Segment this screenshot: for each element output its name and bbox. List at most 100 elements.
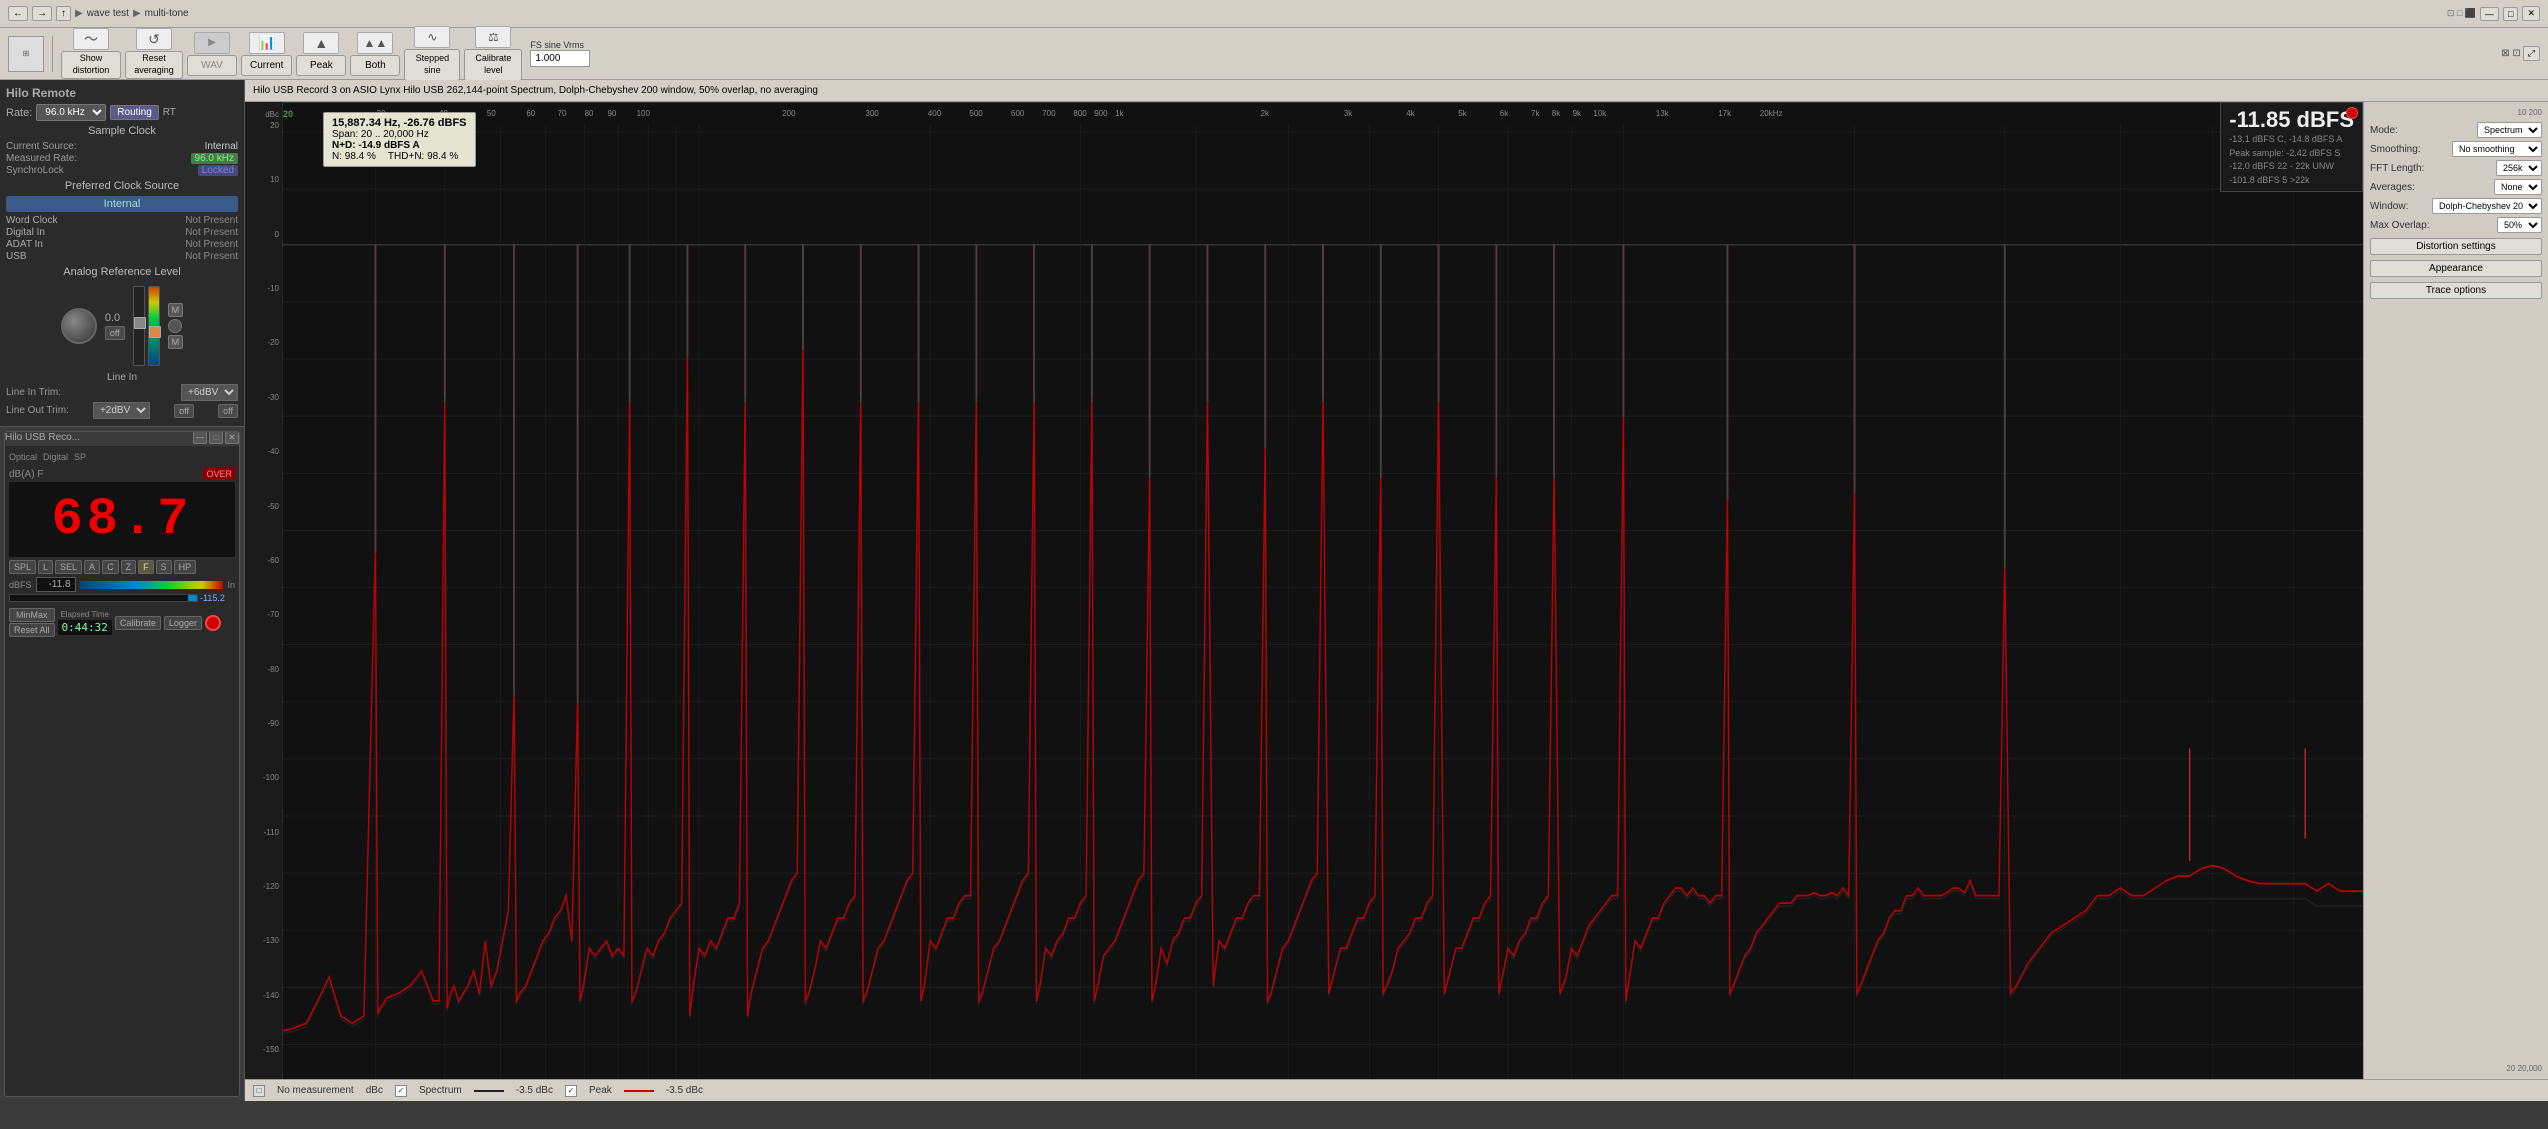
off-btn-1[interactable]: off bbox=[105, 326, 125, 340]
analog-ref-title: Analog Reference Level bbox=[6, 266, 238, 278]
window-close[interactable]: ✕ bbox=[2522, 6, 2540, 21]
internal-btn[interactable]: Internal bbox=[6, 196, 238, 212]
record-dot[interactable] bbox=[205, 615, 221, 631]
current-group: 📊 Current bbox=[241, 32, 292, 76]
peak-display: -11.85 dBFS -13.1 dBFS C, -14.8 dBFS A P… bbox=[2220, 102, 2363, 192]
x-label-500: 500 bbox=[969, 109, 982, 118]
legend-checkbox-2[interactable]: ✓ bbox=[395, 1085, 407, 1097]
routing-btn[interactable]: Routing bbox=[110, 105, 158, 120]
stepped-sine-btn[interactable]: Stepped sine bbox=[404, 49, 460, 80]
l-btn[interactable]: L bbox=[38, 560, 53, 574]
distortion-settings-btn[interactable]: Distortion settings bbox=[2370, 238, 2542, 255]
x-label-17k: 17k bbox=[1718, 109, 1731, 118]
spectrum-legend-label: Spectrum bbox=[419, 1085, 462, 1096]
chart-area[interactable]: 15,887.34 Hz, -26.76 dBFS Span: 20 .. 20… bbox=[283, 102, 2363, 1079]
mode-select[interactable]: Spectrum RTA bbox=[2477, 122, 2542, 138]
fft-label: FFT Length: bbox=[2370, 163, 2424, 174]
reset-averaging-btn[interactable]: Reset averaging bbox=[125, 51, 183, 78]
window-maximize[interactable]: □ bbox=[2503, 7, 2518, 21]
logger-btn[interactable]: Logger bbox=[164, 616, 202, 630]
appearance-btn[interactable]: Appearance bbox=[2370, 260, 2542, 277]
x-label-5k: 5k bbox=[1458, 109, 1466, 118]
y-label-n20: -20 bbox=[245, 293, 282, 347]
both-btn[interactable]: Both bbox=[350, 55, 400, 76]
stepped-sine-icon: ∿ bbox=[427, 30, 437, 44]
reset-all-btn[interactable]: Reset All bbox=[9, 623, 55, 637]
m-btn-2[interactable]: M bbox=[168, 335, 184, 349]
app-icon: ⊞ bbox=[23, 49, 30, 58]
line-in-display: Line In bbox=[6, 372, 238, 383]
max-overlap-select[interactable]: 50% 75% bbox=[2497, 217, 2542, 233]
x-label-900: 900 bbox=[1094, 109, 1107, 118]
x-label-70: 70 bbox=[558, 109, 567, 118]
legend-checkbox-3[interactable]: ✓ bbox=[565, 1085, 577, 1097]
corner-br: 20 20,000 bbox=[2506, 1064, 2542, 1073]
nav-forward-btn[interactable]: → bbox=[32, 6, 52, 21]
max-overlap-label: Max Overlap: bbox=[2370, 220, 2429, 231]
fader-thumb-1[interactable] bbox=[134, 317, 146, 329]
fader-track-1[interactable] bbox=[133, 286, 145, 366]
spl-btn[interactable]: SPL bbox=[9, 560, 36, 574]
current-source-value: Internal bbox=[205, 141, 238, 152]
fs-sine-input[interactable] bbox=[530, 50, 590, 67]
a-btn[interactable]: A bbox=[84, 560, 100, 574]
hp-btn[interactable]: HP bbox=[174, 560, 197, 574]
c-btn[interactable]: C bbox=[102, 560, 119, 574]
x-label-10k: 10k bbox=[1593, 109, 1606, 118]
sub-window-title-text: Hilo USB Reco... bbox=[5, 432, 80, 443]
fft-select[interactable]: 256k 128k 64k bbox=[2496, 160, 2542, 176]
spectrum-svg[interactable] bbox=[283, 102, 2363, 1079]
window-select[interactable]: Dolph-Chebyshev 200 Hann Flat top bbox=[2432, 198, 2542, 214]
spectrum-line-preview bbox=[474, 1090, 504, 1092]
expand-btn[interactable]: ⤢ bbox=[2523, 46, 2540, 61]
peak-detail3: -12.0 dBFS 22 - 22k UNW bbox=[2229, 160, 2354, 174]
nav-up-btn[interactable]: ↑ bbox=[56, 6, 71, 21]
calibrate-logger-btn[interactable]: Calibrate bbox=[115, 616, 161, 630]
y-label-n50: -50 bbox=[245, 456, 282, 510]
calibrate-btn[interactable]: Calibrate level bbox=[464, 49, 522, 80]
y-label-n140: -140 bbox=[245, 945, 282, 999]
x-label-90: 90 bbox=[607, 109, 616, 118]
sub-window-close[interactable]: ✕ bbox=[225, 431, 239, 444]
fader-track-2[interactable] bbox=[148, 286, 160, 366]
m-btn-1[interactable]: M bbox=[168, 303, 184, 317]
line-out-trim-select[interactable]: +2dBV bbox=[93, 402, 150, 419]
current-btn[interactable]: Current bbox=[241, 55, 292, 76]
s-btn[interactable]: S bbox=[156, 560, 172, 574]
legend-checkbox-1[interactable]: □ bbox=[253, 1085, 265, 1097]
show-distortion-group: 〜 Show distortion bbox=[61, 28, 121, 78]
rate-label: Rate: bbox=[6, 107, 32, 119]
peak-btn[interactable]: Peak bbox=[296, 55, 346, 76]
volume-knob[interactable] bbox=[61, 308, 97, 344]
rate-select[interactable]: 96.0 kHz 44.1 kHz 48.0 kHz bbox=[36, 104, 106, 121]
spectrum-title-bar: Hilo USB Record 3 on ASIO Lynx Hilo USB … bbox=[245, 80, 2548, 102]
sub-window-minimize[interactable]: — bbox=[193, 431, 207, 444]
current-icon: 📊 bbox=[258, 34, 275, 51]
nav-back-btn[interactable]: ← bbox=[8, 6, 28, 21]
line-in-trim-select[interactable]: +6dBV +4dBu bbox=[181, 384, 238, 401]
dbfs-level-value: -115.2 bbox=[200, 593, 235, 603]
window-minimize[interactable]: — bbox=[2480, 7, 2499, 21]
sub-window-maximize[interactable]: □ bbox=[209, 431, 223, 444]
x-label-9k: 9k bbox=[1573, 109, 1581, 118]
circle-btn[interactable] bbox=[168, 319, 182, 333]
trace-options-btn[interactable]: Trace options bbox=[2370, 282, 2542, 299]
show-distortion-btn[interactable]: Show distortion bbox=[61, 51, 121, 78]
fader-thumb-2[interactable] bbox=[149, 326, 161, 338]
z-btn[interactable]: Z bbox=[121, 560, 137, 574]
x-label-100: 100 bbox=[637, 109, 650, 118]
averages-select[interactable]: None 4 8 bbox=[2494, 179, 2542, 195]
sel-btn[interactable]: SEL bbox=[55, 560, 82, 574]
off-btn-2[interactable]: off bbox=[174, 404, 194, 418]
x-label-200: 200 bbox=[782, 109, 795, 118]
f-btn[interactable]: F bbox=[138, 560, 154, 574]
smoothing-select[interactable]: No smoothing 1/3 octave bbox=[2452, 141, 2542, 157]
wav-btn[interactable]: WAV bbox=[187, 55, 237, 76]
y-label-n60: -60 bbox=[245, 511, 282, 565]
x-label-30: 30 bbox=[377, 109, 386, 118]
off-btn-3[interactable]: off bbox=[218, 404, 238, 418]
minmax-btn[interactable]: MinMax bbox=[9, 608, 55, 622]
line-out-trim-label: Line Out Trim: bbox=[6, 405, 69, 416]
dbfs-level-bar bbox=[9, 594, 198, 602]
line-in-trim-label: Line In Trim: bbox=[6, 387, 61, 398]
